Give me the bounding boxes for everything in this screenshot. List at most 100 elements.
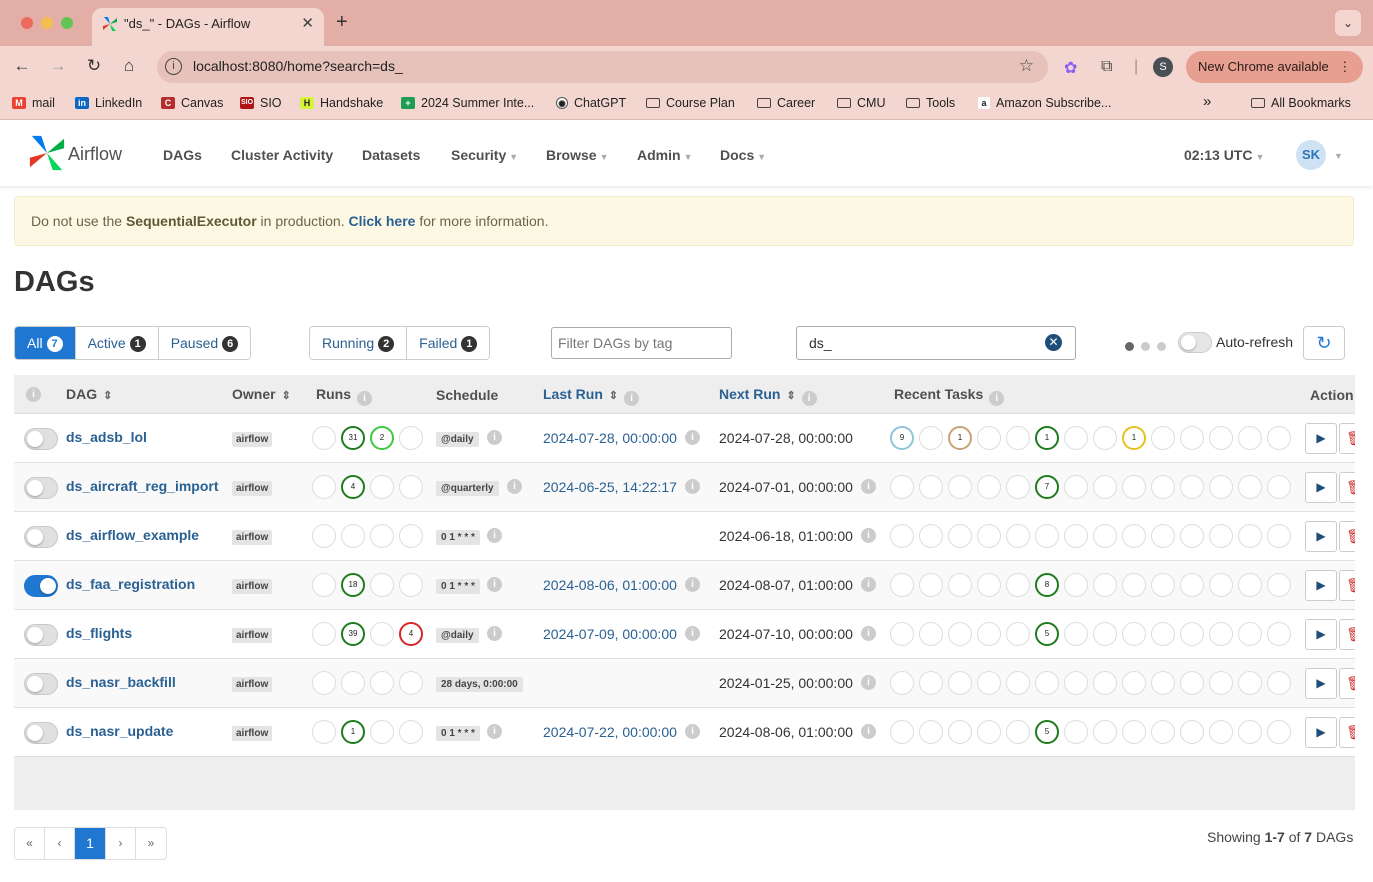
run-state-circle[interactable] (370, 524, 394, 548)
trash-icon[interactable]: 🗑 (1339, 570, 1355, 601)
run-state-circle[interactable] (399, 720, 423, 744)
task-state-circle[interactable] (1180, 426, 1204, 450)
task-state-circle[interactable] (1122, 622, 1146, 646)
task-state-circle[interactable] (1180, 475, 1204, 499)
bookmark-chatgpt[interactable]: ✺ ChatGPT (556, 96, 626, 110)
play-icon[interactable]: ▶ (1305, 619, 1337, 650)
task-state-circle[interactable] (1267, 720, 1291, 744)
bookmark-handshake[interactable]: H Handshake (300, 96, 383, 110)
nav-security[interactable]: Security ▼ (451, 147, 518, 163)
task-state-circle[interactable] (1151, 622, 1175, 646)
task-state-circle[interactable]: 9 (890, 426, 914, 450)
window-close-button[interactable] (21, 17, 33, 29)
task-state-circle[interactable]: 7 (1035, 475, 1059, 499)
task-state-circle[interactable] (919, 426, 943, 450)
task-state-circle[interactable] (1093, 426, 1117, 450)
info-icon[interactable]: i (487, 626, 502, 641)
task-state-circle[interactable] (977, 671, 1001, 695)
task-state-circle[interactable] (1151, 475, 1175, 499)
task-state-circle[interactable] (1180, 524, 1204, 548)
star-icon[interactable]: ☆ (1019, 56, 1034, 76)
last-run-link[interactable]: 2024-07-09, 00:00:00 (543, 626, 677, 642)
run-state-circle[interactable] (341, 524, 365, 548)
site-info-icon[interactable]: i (165, 58, 182, 75)
task-state-circle[interactable] (1151, 720, 1175, 744)
airflow-logo-icon[interactable] (28, 134, 66, 172)
task-state-circle[interactable] (890, 573, 914, 597)
profile-avatar[interactable]: S (1153, 57, 1173, 77)
dag-id-link[interactable]: ds_nasr_backfill (66, 674, 176, 690)
play-icon[interactable]: ▶ (1305, 472, 1337, 503)
owner-badge[interactable]: airflow (232, 432, 273, 447)
run-state-circle[interactable] (370, 622, 394, 646)
page-first[interactable]: « (15, 828, 45, 859)
run-state-circle[interactable]: 31 (341, 426, 365, 450)
run-state-circle[interactable]: 2 (370, 426, 394, 450)
col-last-run[interactable]: Last Run ⇕ i (543, 386, 640, 406)
info-icon[interactable]: i (487, 577, 502, 592)
task-state-circle[interactable] (1006, 671, 1030, 695)
task-state-circle[interactable] (1035, 671, 1059, 695)
last-run-link[interactable]: 2024-08-06, 01:00:00 (543, 577, 677, 593)
run-state-circle[interactable] (312, 720, 336, 744)
info-icon[interactable]: i (861, 724, 876, 739)
task-state-circle[interactable] (1180, 720, 1204, 744)
task-state-circle[interactable] (1209, 524, 1233, 548)
dag-id-link[interactable]: ds_flights (66, 625, 132, 641)
task-state-circle[interactable] (1122, 475, 1146, 499)
filter-all-button[interactable]: All 7 (15, 327, 76, 359)
task-state-circle[interactable] (919, 720, 943, 744)
info-icon[interactable]: i (861, 675, 876, 690)
page-current[interactable]: 1 (75, 828, 106, 859)
arrow-right-icon[interactable]: → (47, 56, 69, 76)
run-state-circle[interactable]: 4 (341, 475, 365, 499)
puzzle-icon[interactable]: ⧉ (1101, 58, 1112, 76)
filter-running-button[interactable]: Running 2 (310, 327, 408, 359)
task-state-circle[interactable]: 1 (1122, 426, 1146, 450)
task-state-circle[interactable] (948, 475, 972, 499)
all-bookmarks[interactable]: All Bookmarks (1251, 96, 1351, 110)
owner-badge[interactable]: airflow (232, 726, 273, 741)
task-state-circle[interactable] (1151, 671, 1175, 695)
task-state-circle[interactable] (1064, 426, 1088, 450)
address-bar[interactable]: i localhost:8080/home?search=ds_ ☆ (157, 51, 1048, 83)
auto-refresh-toggle[interactable] (1178, 332, 1212, 353)
play-icon[interactable]: ▶ (1305, 668, 1337, 699)
run-state-circle[interactable]: 4 (399, 622, 423, 646)
clear-icon[interactable]: ✕ (1045, 334, 1062, 351)
task-state-circle[interactable] (919, 524, 943, 548)
bookmark-amazon[interactable]: a Amazon Subscribe... (978, 96, 1111, 110)
browser-tab[interactable]: "ds_" - DAGs - Airflow ✕ (92, 8, 324, 46)
task-state-circle[interactable] (1180, 671, 1204, 695)
owner-badge[interactable]: airflow (232, 628, 273, 643)
task-state-circle[interactable] (1122, 671, 1146, 695)
task-state-circle[interactable] (1064, 671, 1088, 695)
task-state-circle[interactable] (1180, 622, 1204, 646)
task-state-circle[interactable] (977, 524, 1001, 548)
pause-toggle[interactable] (24, 673, 58, 695)
task-state-circle[interactable] (890, 720, 914, 744)
info-icon[interactable]: i (685, 724, 700, 739)
task-state-circle[interactable]: 1 (948, 426, 972, 450)
owner-badge[interactable]: airflow (232, 530, 273, 545)
play-icon[interactable]: ▶ (1305, 570, 1337, 601)
task-state-circle[interactable] (948, 671, 972, 695)
run-state-circle[interactable]: 39 (341, 622, 365, 646)
window-minimize-button[interactable] (41, 17, 53, 29)
info-icon[interactable]: i (487, 528, 502, 543)
task-state-circle[interactable] (1209, 671, 1233, 695)
pause-toggle[interactable] (24, 477, 58, 499)
task-state-circle[interactable] (1006, 573, 1030, 597)
home-icon[interactable]: ⌂ (118, 56, 140, 76)
owner-badge[interactable]: airflow (232, 481, 273, 496)
trash-icon[interactable]: 🗑 (1339, 668, 1355, 699)
task-state-circle[interactable] (1238, 622, 1262, 646)
new-tab-icon[interactable]: + (336, 11, 348, 34)
url-text[interactable]: localhost:8080/home?search=ds_ (193, 58, 403, 74)
run-state-circle[interactable] (370, 720, 394, 744)
task-state-circle[interactable] (1093, 671, 1117, 695)
task-state-circle[interactable] (1267, 622, 1291, 646)
task-state-circle[interactable]: 5 (1035, 720, 1059, 744)
run-state-circle[interactable] (370, 573, 394, 597)
col-next-run[interactable]: Next Run ⇕ i (719, 386, 817, 406)
